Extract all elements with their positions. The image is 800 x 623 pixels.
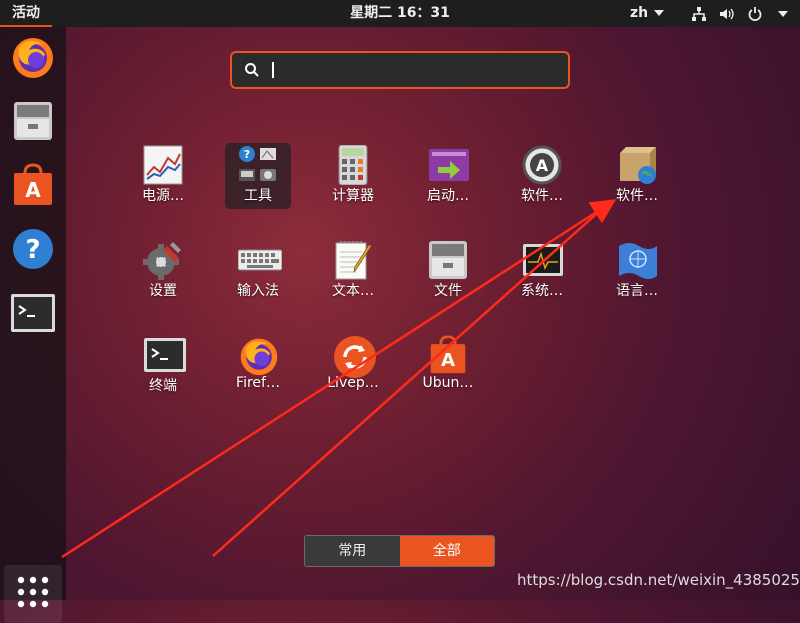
software-updater-icon: A bbox=[522, 145, 562, 185]
files-icon bbox=[428, 240, 468, 280]
startup-disk-icon bbox=[428, 145, 469, 185]
show-applications-icon bbox=[16, 575, 50, 613]
firefox-icon bbox=[10, 34, 56, 84]
system-tray[interactable] bbox=[690, 0, 792, 27]
language-label: zh bbox=[630, 5, 649, 21]
settings-icon bbox=[143, 240, 183, 280]
terminal-icon bbox=[143, 335, 186, 375]
app-firefox[interactable]: Firef… bbox=[213, 335, 303, 415]
svg-text:?: ? bbox=[25, 235, 40, 265]
app-label: 系统… bbox=[521, 283, 563, 299]
app-label: 软件… bbox=[521, 188, 563, 204]
software-store-icon: A bbox=[11, 163, 55, 211]
svg-text:A: A bbox=[441, 350, 455, 371]
app-label: 输入法 bbox=[237, 283, 279, 299]
app-label: 软件… bbox=[616, 188, 658, 204]
app-text-editor[interactable]: 文本… bbox=[308, 240, 398, 320]
dock-help[interactable]: ? bbox=[9, 227, 57, 275]
system-monitor-icon bbox=[522, 240, 563, 280]
language-indicator[interactable]: zh bbox=[630, 0, 665, 27]
app-calculator[interactable]: 计算器 bbox=[308, 144, 398, 225]
app-software-updater[interactable]: A 软件… bbox=[497, 145, 587, 225]
dock-firefox[interactable] bbox=[9, 35, 57, 83]
text-cursor bbox=[272, 62, 274, 78]
clock-area: 星期二 16：31 bbox=[0, 0, 800, 27]
svg-text:A: A bbox=[536, 156, 549, 175]
ubuntu-software-icon: A bbox=[428, 335, 468, 375]
app-terminal[interactable]: 终端 bbox=[118, 335, 208, 415]
power-statistics-icon bbox=[143, 145, 183, 185]
app-label: 计算器 bbox=[332, 188, 374, 204]
terminal-icon bbox=[10, 293, 56, 337]
view-switch: 常用 全部 bbox=[304, 535, 495, 567]
watermark: https://blog.csdn.net/weixin_43850253 bbox=[517, 571, 800, 589]
search-box[interactable] bbox=[230, 51, 570, 89]
app-power-statistics[interactable]: 电源… bbox=[118, 145, 208, 225]
chevron-down-icon bbox=[654, 10, 665, 16]
app-language-support[interactable]: 语言… bbox=[592, 240, 682, 320]
app-keyboard[interactable]: 输入法 bbox=[213, 240, 303, 320]
clock[interactable]: 星期二 16：31 bbox=[350, 5, 450, 21]
software-properties-icon bbox=[617, 145, 657, 185]
files-icon bbox=[11, 99, 55, 147]
chevron-down-icon bbox=[774, 5, 792, 23]
app-label: Livep… bbox=[327, 375, 379, 391]
firefox-icon bbox=[238, 335, 278, 376]
volume-icon bbox=[718, 5, 736, 23]
show-applications-button[interactable] bbox=[4, 565, 62, 623]
app-label: 设置 bbox=[149, 283, 177, 299]
app-label: 工具 bbox=[244, 188, 272, 204]
text-editor-icon bbox=[333, 240, 373, 280]
app-label: 语言… bbox=[616, 283, 658, 299]
help-icon: ? bbox=[11, 227, 55, 275]
app-label: Ubun… bbox=[422, 375, 474, 391]
top-bar: 活动 星期二 16：31 zh bbox=[0, 0, 800, 27]
app-system-monitor[interactable]: 系统… bbox=[497, 240, 587, 320]
app-ubuntu-software[interactable]: A Ubun… bbox=[403, 335, 493, 415]
language-support-icon bbox=[617, 240, 657, 280]
dock: A ? bbox=[0, 27, 66, 623]
utilities-folder-icon: ? bbox=[238, 145, 278, 185]
tab-frequent[interactable]: 常用 bbox=[305, 536, 400, 566]
search-icon bbox=[244, 62, 260, 78]
app-software-properties[interactable]: 软件… bbox=[592, 145, 682, 225]
tab-all[interactable]: 全部 bbox=[399, 536, 494, 566]
app-startup-disk[interactable]: 启动… bbox=[403, 145, 493, 225]
dock-files[interactable] bbox=[9, 99, 57, 147]
app-utilities-folder[interactable]: ? 工具 bbox=[213, 145, 303, 225]
livepatch-icon bbox=[333, 335, 376, 378]
power-icon bbox=[746, 5, 764, 23]
app-label: Firef… bbox=[236, 375, 280, 391]
keyboard-icon bbox=[237, 240, 283, 280]
app-settings[interactable]: 设置 bbox=[118, 240, 208, 320]
search-input[interactable] bbox=[270, 59, 554, 83]
app-label: 终端 bbox=[149, 378, 177, 394]
app-label: 电源… bbox=[142, 188, 184, 204]
activities-button[interactable]: 活动 bbox=[0, 0, 52, 27]
app-label: 文件 bbox=[434, 283, 462, 299]
dock-terminal[interactable] bbox=[9, 291, 57, 339]
app-label: 文本… bbox=[332, 283, 374, 299]
app-label: 启动… bbox=[427, 188, 469, 204]
calculator-icon bbox=[333, 144, 373, 186]
app-files[interactable]: 文件 bbox=[403, 240, 493, 320]
dock-software[interactable]: A bbox=[9, 163, 57, 211]
svg-text:A: A bbox=[25, 178, 41, 202]
network-icon bbox=[690, 5, 708, 23]
svg-text:?: ? bbox=[244, 148, 250, 161]
app-livepatch[interactable]: Livep… bbox=[308, 335, 398, 415]
